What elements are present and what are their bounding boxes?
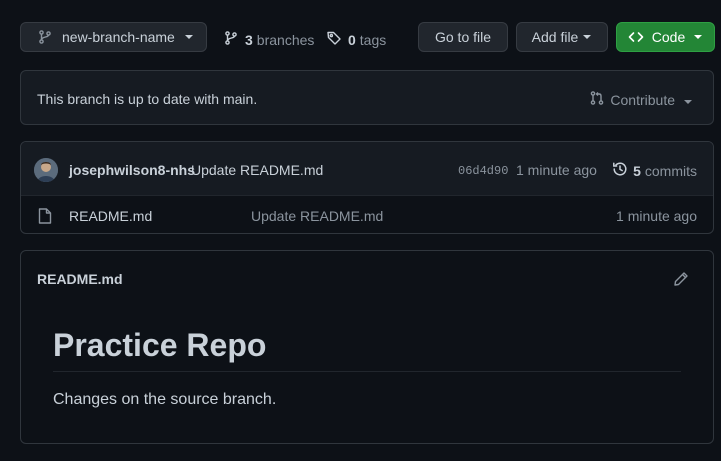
readme-panel: README.md Practice Repo Changes on the s…: [20, 250, 714, 444]
tags-link[interactable]: 0 tags: [326, 30, 386, 49]
branch-selector-button[interactable]: new-branch-name: [20, 22, 207, 52]
contribute-button[interactable]: Contribute: [589, 90, 693, 109]
go-to-file-button[interactable]: Go to file: [418, 22, 508, 52]
commits-label: commits: [644, 162, 697, 179]
file-commit-time: 1 minute ago: [616, 208, 697, 224]
commit-sha-link[interactable]: 06d4d90: [458, 164, 508, 178]
branch-status-box: This branch is up to date with main. Con…: [20, 70, 714, 125]
commit-time: 1 minute ago: [516, 162, 597, 178]
caret-down-icon: [582, 34, 592, 40]
tags-count: 0: [348, 31, 356, 48]
branch-status-message: This branch is up to date with main.: [37, 91, 258, 107]
file-browser: josephwilson8-nhs Update README.md 06d4d…: [20, 141, 714, 234]
git-branch-icon: [37, 29, 53, 45]
add-file-button[interactable]: Add file: [516, 22, 608, 52]
branches-link[interactable]: 3 branches: [223, 30, 314, 49]
file-icon: [38, 208, 52, 227]
pull-request-icon: [589, 90, 605, 109]
code-button[interactable]: Code: [616, 22, 715, 52]
add-file-label: Add file: [531, 29, 579, 45]
commits-count: 5: [633, 162, 641, 179]
tags-label: tags: [359, 31, 387, 48]
readme-filename-link[interactable]: README.md: [37, 271, 123, 287]
branch-name: new-branch-name: [62, 29, 175, 45]
file-commit-message-link[interactable]: Update README.md: [251, 208, 383, 224]
caret-down-icon: [184, 34, 194, 40]
file-row[interactable]: README.md Update README.md 1 minute ago: [21, 196, 713, 233]
branches-count: 3: [245, 31, 253, 48]
readme-heading: Practice Repo: [53, 325, 681, 372]
readme-paragraph: Changes on the source branch.: [53, 391, 277, 408]
commit-message-link[interactable]: Update README.md: [191, 162, 323, 178]
git-branch-icon: [223, 30, 239, 49]
latest-commit-row: josephwilson8-nhs Update README.md 06d4d…: [21, 142, 713, 196]
branches-label: branches: [256, 31, 315, 48]
contribute-label: Contribute: [610, 91, 675, 108]
code-label: Code: [651, 29, 686, 45]
history-icon: [612, 161, 628, 180]
file-name-link[interactable]: README.md: [69, 208, 152, 224]
repository-page: new-branch-name 3 branches 0 tags Go to …: [0, 0, 721, 461]
pencil-icon[interactable]: [673, 271, 689, 290]
tag-icon: [326, 30, 342, 49]
commit-author-link[interactable]: josephwilson8-nhs: [69, 162, 195, 178]
avatar[interactable]: [34, 158, 58, 182]
code-brackets-icon: [628, 29, 644, 45]
caret-down-icon: [693, 34, 703, 40]
caret-down-icon: [683, 92, 693, 108]
commits-history-link[interactable]: 5 commits: [612, 161, 697, 180]
